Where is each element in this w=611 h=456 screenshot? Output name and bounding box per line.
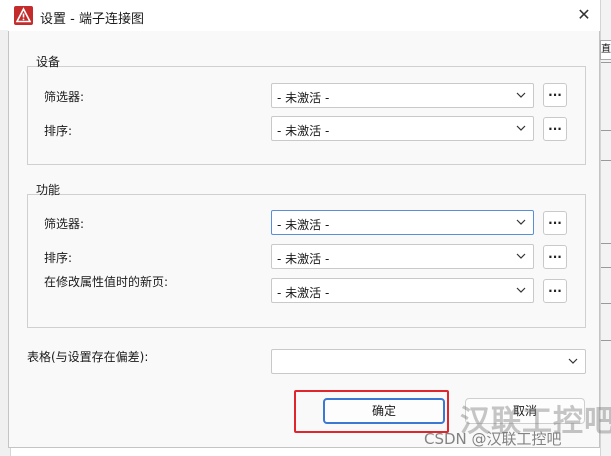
device-filter-select[interactable]: - 未激活 -: [271, 83, 534, 108]
background-grid-line: [601, 130, 611, 131]
device-filter-label: 筛选器:: [44, 90, 85, 104]
device-filter-browse-button[interactable]: ...: [543, 83, 567, 107]
background-grid-line: [601, 62, 611, 63]
warning-app-icon: [14, 6, 33, 25]
table-label: 表格(与设置存在偏差):: [27, 350, 149, 364]
new-page-on-change-browse-button[interactable]: ...: [543, 279, 567, 303]
background-grid-line: [601, 303, 611, 304]
background-grid-line: [601, 243, 611, 244]
function-group-label: 功能: [36, 183, 61, 197]
function-filter-value: - 未激活 -: [277, 218, 330, 232]
function-sort-browse-button[interactable]: ...: [543, 245, 567, 269]
device-filter-value: - 未激活 -: [277, 91, 330, 105]
function-sort-value: - 未激活 -: [277, 252, 330, 266]
chevron-down-icon: [567, 354, 579, 368]
chevron-down-icon: [515, 283, 527, 297]
function-sort-label: 排序:: [44, 251, 73, 265]
device-sort-label: 排序:: [44, 124, 73, 138]
device-sort-value: - 未激活 -: [277, 124, 330, 138]
watermark-text: CSDN @汉联工控吧: [424, 430, 562, 448]
function-sort-select[interactable]: - 未激活 -: [271, 244, 534, 269]
dialog-title: 设置 - 端子连接图: [40, 12, 144, 27]
background-grid-line: [601, 267, 611, 268]
background-grid-line: [601, 340, 611, 341]
highlight-annotation-box: [294, 390, 449, 433]
new-page-on-change-label: 在修改属性值时的新页:: [44, 275, 169, 289]
device-sort-browse-button[interactable]: ...: [543, 117, 567, 141]
function-filter-select[interactable]: - 未激活 -: [271, 210, 534, 235]
background-cell: 直: [600, 40, 611, 60]
table-select[interactable]: [271, 349, 586, 374]
chevron-down-icon: [515, 121, 527, 135]
new-page-on-change-select[interactable]: - 未激活 -: [271, 278, 534, 303]
function-filter-browse-button[interactable]: ...: [543, 211, 567, 235]
device-group-label: 设备: [36, 55, 61, 69]
new-page-on-change-value: - 未激活 -: [277, 286, 330, 300]
background-app-right-edge: [600, 0, 611, 456]
chevron-down-icon: [515, 215, 527, 229]
chevron-down-icon: [515, 249, 527, 263]
background-grid-line: [601, 160, 611, 161]
device-sort-select[interactable]: - 未激活 -: [271, 116, 534, 141]
chevron-down-icon: [515, 88, 527, 102]
close-icon[interactable]: ✕: [572, 4, 596, 26]
function-filter-label: 筛选器:: [44, 217, 85, 231]
